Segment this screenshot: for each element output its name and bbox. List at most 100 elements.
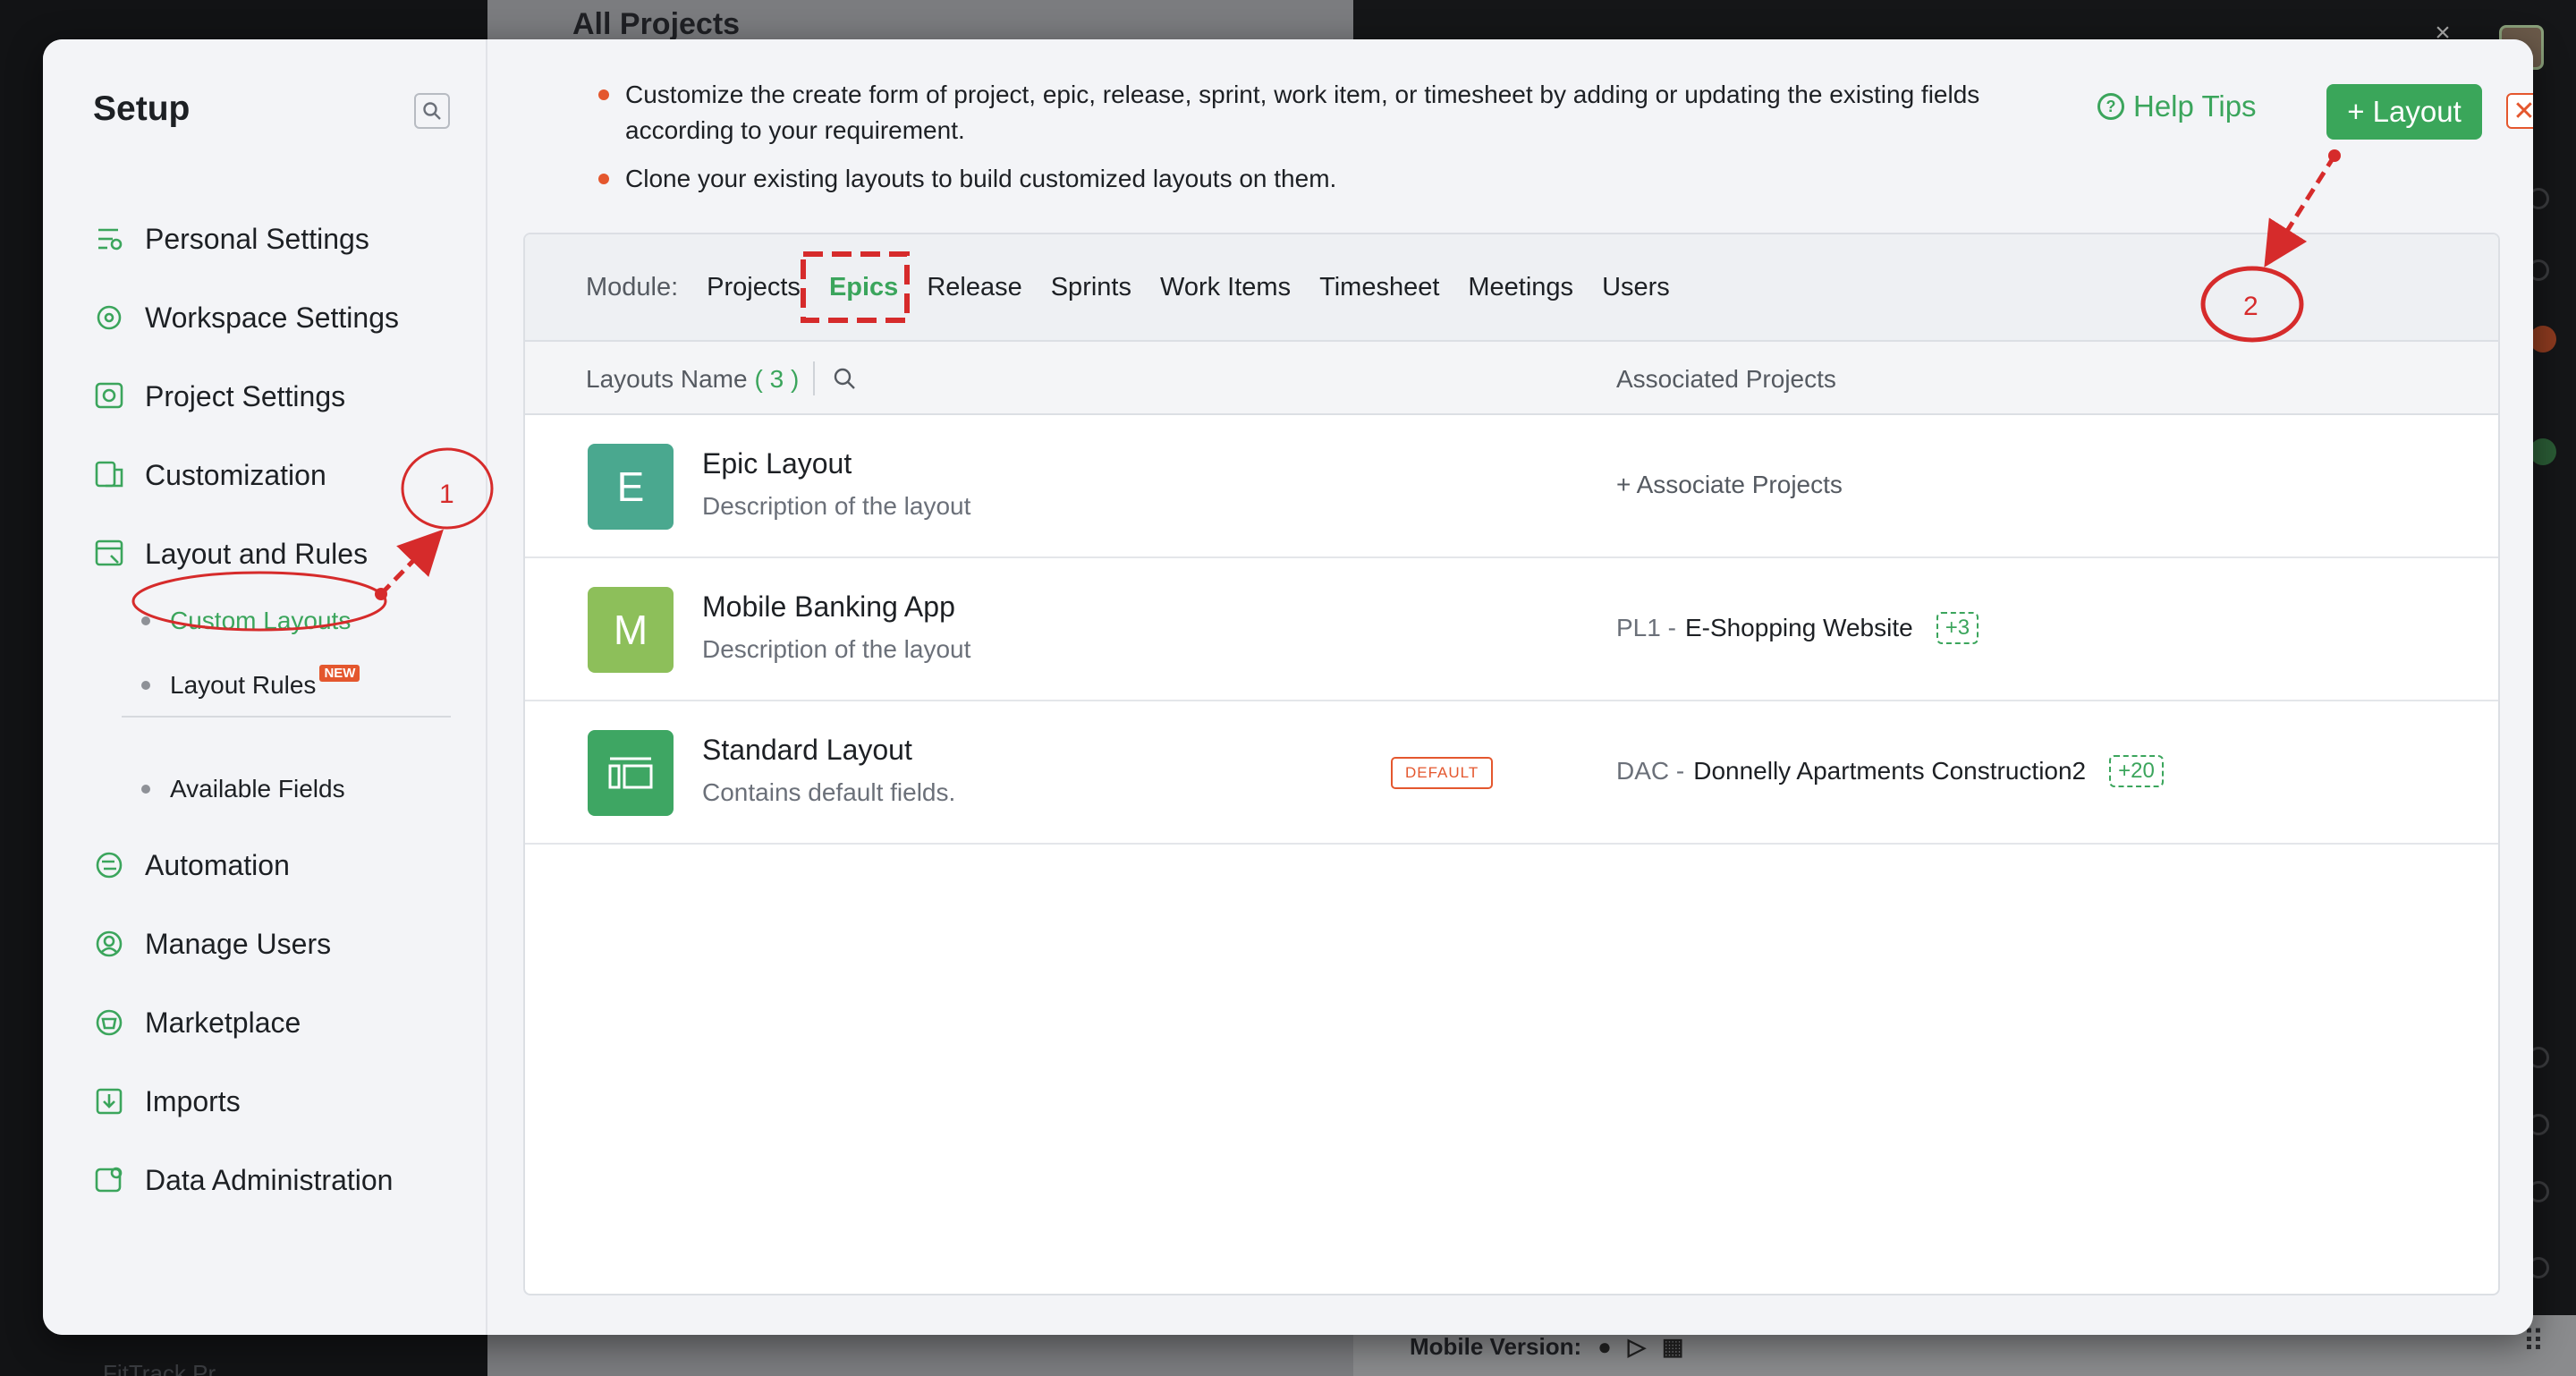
tip-text: Customize the create form of project, ep… — [625, 81, 1980, 144]
play-store-icon[interactable]: ▷ — [1628, 1333, 1646, 1361]
sidebar-item-label: Marketplace — [145, 1006, 301, 1039]
tip-text: Clone your existing layouts to build cus… — [625, 165, 1337, 192]
layout-description: Description of the layout — [702, 635, 971, 663]
new-badge: NEW — [319, 664, 360, 682]
table-row[interactable]: Standard Layout Contains default fields.… — [525, 701, 2498, 845]
sidebar-subitem-available-fields[interactable]: Available Fields — [141, 769, 345, 809]
sidebar-item-label: Project Settings — [145, 379, 346, 412]
module-tabs: Module: Projects Epics Release Sprints W… — [525, 234, 2498, 342]
tab-sprints[interactable]: Sprints — [1051, 273, 1131, 302]
more-projects-badge[interactable]: +20 — [2109, 755, 2164, 787]
table-row[interactable]: E Epic Layout Description of the layout … — [525, 415, 2498, 558]
layout-rules-icon — [95, 539, 123, 566]
column-header-label: Layouts Name — [586, 365, 748, 393]
sidebar-item-customization[interactable]: Customization — [93, 453, 469, 497]
customization-icon — [95, 461, 123, 488]
sidebar-item-label: Layout and Rules — [145, 537, 369, 570]
bullet-dot — [141, 785, 150, 794]
layout-description: Description of the layout — [702, 492, 971, 520]
layout-name[interactable]: Standard Layout — [702, 734, 912, 767]
apple-icon[interactable]: ● — [1597, 1333, 1612, 1361]
project-name[interactable]: Donnelly Apartments Construction2 — [1693, 757, 2086, 786]
more-projects-badge[interactable]: +3 — [1936, 612, 1979, 644]
sidebar-item-manage-users[interactable]: Manage Users — [93, 922, 469, 966]
tab-work-items[interactable]: Work Items — [1160, 273, 1291, 302]
custom-layouts-panel: Customize the create form of project, ep… — [487, 39, 2533, 1335]
sidebar-subitem-layout-rules[interactable]: Layout Rules NEW — [141, 664, 360, 705]
sidebar-item-layout-and-rules[interactable]: Layout and Rules — [93, 531, 469, 576]
close-modal-button[interactable]: ✕ — [2506, 93, 2533, 129]
layouts-count: ( 3 ) — [754, 365, 800, 393]
setup-title: Setup — [93, 89, 191, 128]
help-tips-link[interactable]: ? Help Tips — [2097, 89, 2257, 123]
sidebar-item-personal-settings[interactable]: Personal Settings — [93, 217, 469, 261]
add-layout-button[interactable]: + Layout — [2326, 84, 2482, 140]
sidebar-item-project-settings[interactable]: Project Settings — [93, 374, 469, 419]
table-row[interactable]: M Mobile Banking App Description of the … — [525, 558, 2498, 701]
sidebar-subitem-label: Available Fields — [170, 775, 345, 803]
tab-users[interactable]: Users — [1602, 273, 1670, 302]
standard-layout-icon — [608, 757, 653, 789]
sidebar-item-label: Automation — [145, 848, 290, 881]
background-project-item: FitTrack Pr... — [103, 1360, 234, 1376]
module-label: Module: — [586, 272, 679, 302]
layout-name[interactable]: Epic Layout — [702, 447, 852, 480]
project-name[interactable]: E-Shopping Website — [1685, 614, 1913, 642]
qr-code-icon[interactable]: ▦ — [1662, 1333, 1684, 1361]
sidebar-item-label: Personal Settings — [145, 222, 369, 255]
rail-notification-badge[interactable] — [2529, 326, 2556, 352]
bullet-dot — [141, 681, 150, 690]
associated-projects: DAC - Donnelly Apartments Construction2 … — [1616, 755, 2164, 787]
associated-projects: PL1 - E-Shopping Website +3 — [1616, 612, 1979, 644]
table-header: Layouts Name( 3 ) Associated Projects — [525, 342, 2498, 415]
tip-item: Customize the create form of project, ep… — [598, 77, 2065, 149]
layout-avatar: E — [588, 444, 674, 530]
tab-meetings[interactable]: Meetings — [1468, 273, 1573, 302]
header-divider — [813, 361, 815, 395]
background-page-title: All Projects — [572, 7, 741, 41]
project-settings-icon — [95, 382, 123, 409]
column-header-layouts-name: Layouts Name( 3 ) — [586, 365, 799, 394]
sidebar-item-label: Manage Users — [145, 927, 332, 960]
automation-icon — [96, 852, 123, 879]
sidebar-item-label: Workspace Settings — [145, 301, 399, 334]
close-icon: ✕ — [2512, 96, 2533, 126]
sidebar-subitem-custom-layouts[interactable]: Custom Layouts — [141, 601, 351, 641]
manage-users-icon — [96, 930, 123, 957]
bullet-dot — [141, 616, 150, 625]
sidebar-search-button[interactable] — [414, 93, 450, 129]
sidebar-item-workspace-settings[interactable]: Workspace Settings — [93, 295, 469, 340]
tab-epics[interactable]: Epics — [829, 273, 898, 302]
sidebar-item-label: Imports — [145, 1084, 241, 1117]
setup-modal: Setup Personal Settings Workspace Settin… — [43, 39, 2533, 1335]
sidebar-item-marketplace[interactable]: Marketplace — [93, 1000, 469, 1045]
associate-projects-link[interactable]: + Associate Projects — [1616, 471, 1843, 499]
tip-bullet — [598, 174, 609, 184]
help-tips-label: Help Tips — [2133, 89, 2257, 123]
layout-name[interactable]: Mobile Banking App — [702, 590, 955, 624]
imports-icon — [96, 1088, 123, 1115]
layout-avatar — [588, 730, 674, 816]
workspace-settings-icon — [97, 305, 122, 330]
mobile-version-label: Mobile Version: — [1410, 1333, 1582, 1360]
data-administration-icon — [95, 1167, 123, 1193]
rail-add-icon[interactable] — [2529, 438, 2556, 465]
layouts-card: Module: Projects Epics Release Sprints W… — [523, 233, 2500, 1295]
sidebar-subitem-label: Custom Layouts — [170, 607, 352, 634]
setup-sidebar: Setup Personal Settings Workspace Settin… — [43, 39, 487, 1335]
tab-timesheet[interactable]: Timesheet — [1319, 273, 1439, 302]
sidebar-item-label: Data Administration — [145, 1163, 394, 1196]
marketplace-icon — [96, 1009, 123, 1036]
layout-avatar: M — [588, 587, 674, 673]
search-icon[interactable] — [831, 365, 858, 392]
mobile-version: Mobile Version: ● ▷ ▦ — [1410, 1333, 1683, 1361]
sidebar-subitem-label: Layout Rules — [170, 671, 317, 699]
tip-item: Clone your existing layouts to build cus… — [598, 161, 2065, 197]
sidebar-item-data-administration[interactable]: Data Administration — [93, 1158, 469, 1202]
tab-projects[interactable]: Projects — [707, 273, 801, 302]
sidebar-item-automation[interactable]: Automation — [93, 843, 469, 888]
sidebar-item-imports[interactable]: Imports — [93, 1079, 469, 1124]
layout-description: Contains default fields. — [702, 778, 956, 806]
tab-release[interactable]: Release — [927, 273, 1021, 302]
personal-settings-icon — [98, 228, 123, 251]
